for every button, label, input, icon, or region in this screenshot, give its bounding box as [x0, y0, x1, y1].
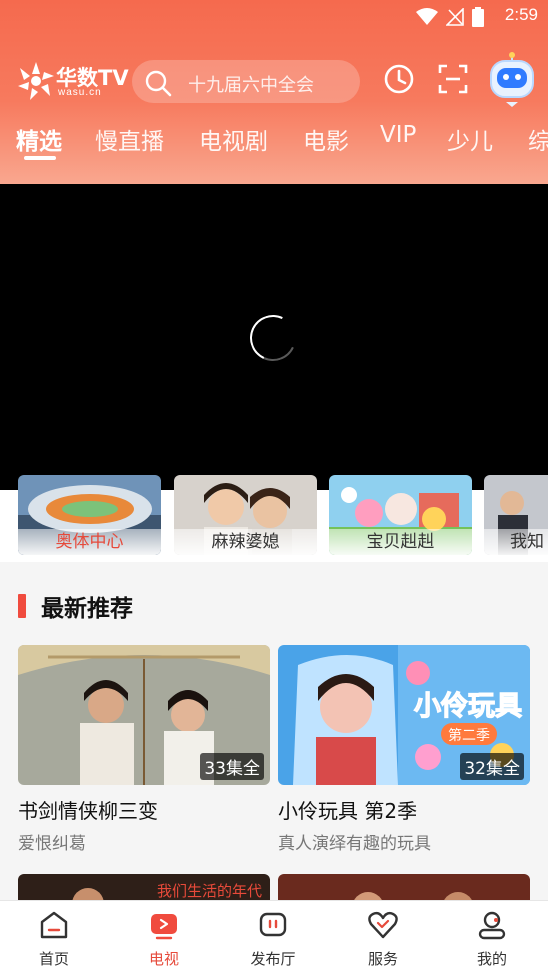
tv-play-icon [151, 914, 177, 940]
header: 2:59 华数TV wasu.cn 十九届六中全会 精选 慢直播 电视剧 电影 … [0, 0, 548, 184]
app-screen: 2:59 华数TV wasu.cn 十九届六中全会 精选 慢直播 电视剧 电影 … [0, 0, 548, 974]
logo-domain: wasu.cn [58, 87, 102, 98]
poster-title-text: 我们生活的年代 [157, 882, 262, 900]
video-player[interactable] [0, 184, 548, 490]
loading-spinner-icon [243, 308, 303, 368]
nav-label: 首页 [38, 950, 69, 968]
nav-home[interactable]: 首页 [14, 909, 94, 969]
tab-kids[interactable]: 少儿 [447, 122, 493, 156]
scan-icon[interactable] [437, 63, 469, 95]
channel-chip[interactable]: 我知 [484, 475, 548, 555]
chip-label: 麻辣婆媳 [174, 529, 317, 555]
nav-press-hall[interactable]: 发布厅 [233, 909, 313, 969]
episode-count-badge: 33集全 [200, 753, 264, 780]
nav-label: 服务 [367, 950, 398, 968]
card-subtitle: 真人演绎有趣的玩具 [278, 834, 431, 854]
nav-tv[interactable]: 电视 [124, 909, 204, 969]
nav-label: 发布厅 [250, 950, 296, 968]
no-signal-icon [446, 8, 464, 26]
section-header: 最新推荐 [18, 590, 133, 622]
channel-chip[interactable]: 宝贝赳赳 [329, 475, 472, 555]
active-tab-indicator [24, 156, 56, 160]
search-bar[interactable]: 十九届六中全会 [132, 60, 360, 103]
section-title: 最新推荐 [41, 596, 133, 622]
status-bar: 2:59 [0, 0, 548, 32]
card-thumbnail: 33集全 [18, 645, 270, 785]
recommend-card[interactable]: 小伶玩具 第二季 32集全 小伶玩具 第2季 真人演绎有趣的玩具 [278, 645, 530, 854]
tab-featured[interactable]: 精选 [16, 122, 62, 156]
bottom-nav: 首页 电视 发布厅 服务 我的 [0, 900, 548, 974]
nav-services[interactable]: 服务 [343, 909, 423, 969]
channel-chip[interactable]: 麻辣婆媳 [174, 475, 317, 555]
status-icons [416, 7, 484, 27]
poster-season-text: 第二季 [448, 727, 490, 744]
chip-label: 奥体中心 [18, 529, 161, 555]
search-placeholder: 十九届六中全会 [188, 75, 314, 96]
card-thumbnail: 小伶玩具 第二季 32集全 [278, 645, 530, 785]
card-subtitle: 爱恨纠葛 [18, 834, 86, 854]
wasu-logo[interactable]: 华数TV wasu.cn [16, 60, 129, 102]
wifi-icon [416, 8, 438, 25]
poster-logo-text: 小伶玩具 [414, 691, 522, 722]
history-icon[interactable] [383, 63, 415, 95]
tab-slow-live[interactable]: 慢直播 [95, 122, 164, 156]
robot-assistant-icon[interactable] [486, 52, 538, 108]
battery-icon [472, 7, 484, 27]
status-time: 2:59 [504, 5, 538, 24]
channel-strip: 奥体中心 麻辣婆媳 宝贝赳赳 我知 [0, 475, 548, 562]
logo-mark-icon [18, 62, 54, 100]
category-tabs: 精选 慢直播 电视剧 电影 VIP 少儿 综 [0, 118, 548, 164]
chip-label: 我知 [484, 529, 548, 555]
home-icon [40, 911, 68, 939]
tab-vip[interactable]: VIP [380, 122, 416, 148]
search-icon [145, 70, 172, 97]
tab-movies[interactable]: 电影 [303, 122, 349, 156]
nav-profile[interactable]: 我的 [452, 909, 532, 969]
episode-count-badge: 32集全 [460, 753, 524, 780]
chat-bubble-icon [259, 912, 287, 937]
section-accent-bar [18, 594, 26, 618]
tab-variety[interactable]: 综 [528, 122, 548, 156]
chip-label: 宝贝赳赳 [329, 529, 472, 555]
card-title: 书剑情侠柳三变 [18, 799, 158, 823]
nav-label: 我的 [476, 950, 507, 968]
recommend-card[interactable]: 33集全 书剑情侠柳三变 爱恨纠葛 [18, 645, 270, 854]
heart-icon [368, 911, 398, 939]
tab-tv-series[interactable]: 电视剧 [199, 122, 268, 156]
channel-chip[interactable]: 奥体中心 [18, 475, 161, 555]
user-icon [478, 911, 506, 940]
nav-label: 电视 [148, 950, 179, 968]
card-title: 小伶玩具 第2季 [278, 799, 418, 823]
